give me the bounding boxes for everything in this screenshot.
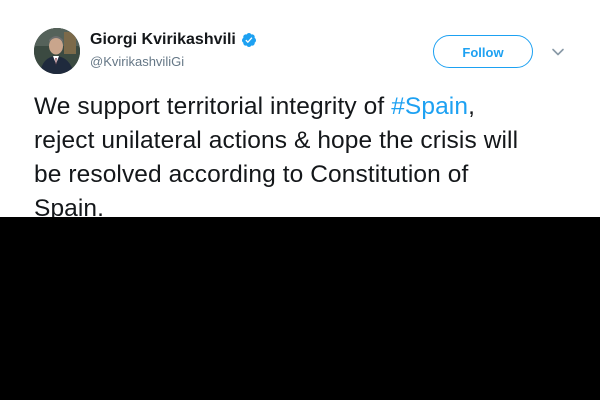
black-background-area	[0, 217, 600, 400]
tweet-text-segment: ,	[468, 93, 475, 120]
tweet-text: We support territorial integrity of #Spa…	[34, 90, 574, 226]
follow-button[interactable]: Follow	[433, 35, 533, 68]
author-name[interactable]: Giorgi Kvirikashvili	[90, 31, 236, 49]
tweet-line-3: be resolved according to Constitution of	[34, 161, 469, 188]
author-name-row[interactable]: Giorgi Kvirikashvili	[90, 31, 257, 49]
tweet-line-1: We support territorial integrity of #Spa…	[34, 90, 574, 124]
avatar[interactable]	[34, 28, 80, 74]
hashtag-link[interactable]: #Spain	[391, 93, 468, 120]
verified-badge-icon	[241, 33, 256, 47]
profile-photo-icon	[34, 28, 80, 74]
tweet-line-2: reject unilateral actions & hope the cri…	[34, 127, 519, 154]
tweet-card: Giorgi Kvirikashvili @KvirikashviliGi Fo…	[0, 0, 600, 222]
chevron-down-icon[interactable]	[549, 43, 567, 61]
tweet-text-segment: We support territorial integrity of	[34, 93, 392, 120]
author-handle[interactable]: @KvirikashviliGi	[90, 54, 184, 69]
